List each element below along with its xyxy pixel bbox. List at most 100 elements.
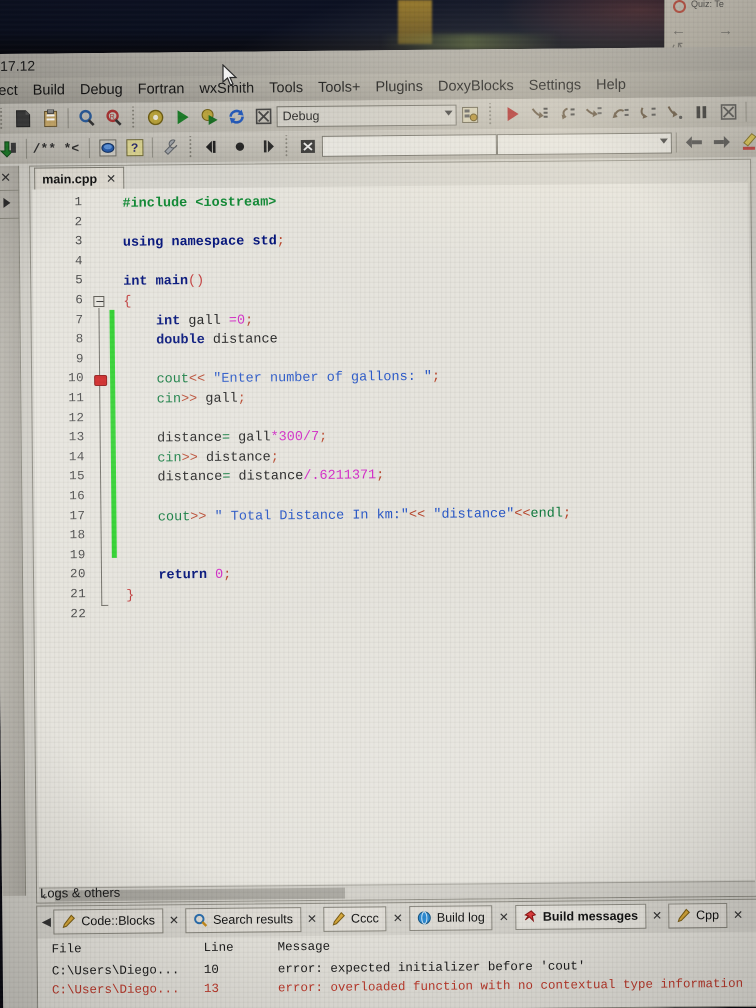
search-input[interactable] — [321, 133, 497, 157]
close-icon[interactable]: ✕ — [646, 909, 668, 923]
expand-arrow-icon[interactable] — [3, 197, 11, 208]
logs-tab-cpp[interactable]: Cpp — [667, 902, 728, 929]
table-row-cell[interactable]: C:\Users\Diego... — [52, 982, 180, 997]
line-number: 6 — [75, 293, 84, 308]
close-icon[interactable]: ✕ — [163, 913, 185, 927]
step-into-icon[interactable] — [526, 102, 551, 126]
search-next-icon[interactable] — [709, 130, 734, 154]
menu-item-doxyblocks[interactable]: DoxyBlocks — [438, 78, 514, 95]
build-target-combo[interactable]: Debug — [276, 104, 457, 127]
table-row-cell[interactable]: 10 — [204, 963, 219, 977]
toolbar-grip[interactable] — [186, 136, 197, 159]
menu-item-wxsmith[interactable]: wxSmith — [199, 81, 254, 98]
logs-tab-build-messages[interactable]: Build messages — [514, 903, 647, 930]
menu-item-plugins[interactable]: Plugins — [375, 79, 423, 95]
jump-back-icon[interactable] — [0, 137, 21, 161]
debug-continue-icon[interactable] — [499, 102, 524, 126]
highlight-icon[interactable] — [736, 130, 756, 154]
code-token: ; — [319, 430, 328, 446]
background-texture — [380, 34, 560, 50]
code-token: ; — [276, 234, 285, 250]
toggle-bookmark-icon[interactable] — [95, 136, 120, 160]
table-row-cell[interactable]: error: expected initializer before 'cout… — [278, 959, 586, 976]
line-number: 15 — [68, 469, 86, 484]
rebuild-icon[interactable] — [223, 105, 248, 129]
find-replace-icon[interactable]: R — [101, 106, 126, 130]
stop-debugger-icon[interactable] — [715, 100, 740, 124]
next-instruction-icon[interactable] — [607, 101, 632, 125]
find-icon[interactable] — [74, 106, 99, 130]
build-and-run-icon[interactable] — [196, 105, 221, 129]
close-icon[interactable]: ✕ — [106, 171, 116, 185]
run-to-cursor-icon[interactable] — [661, 100, 686, 124]
logs-tab-build-log[interactable]: Build log — [408, 904, 493, 931]
code-editor[interactable]: 1 2 3 4 5 6 7 8 9 10 11 12 13 14 15 16 17 18 19 20 21 22 #inc… — [32, 182, 755, 887]
menu-item-tools[interactable]: Tools — [269, 80, 303, 96]
code-token: >> — [190, 509, 207, 525]
close-icon[interactable]: ✕ — [301, 912, 323, 926]
step-into-instruction-icon[interactable] — [634, 101, 659, 125]
close-icon[interactable]: ✕ — [0, 170, 11, 186]
uncomment-icon[interactable]: *< — [59, 136, 84, 160]
menu-item-fortran[interactable]: Fortran — [138, 81, 185, 97]
scroll-left-icon[interactable]: ◀ — [39, 914, 53, 928]
break-debugger-icon[interactable] — [688, 100, 713, 124]
logs-tab-code-blocks[interactable]: Code::Blocks — [53, 907, 164, 934]
logs-tab-search-results[interactable]: Search results — [184, 906, 302, 933]
toolbar-grip[interactable] — [282, 135, 293, 158]
table-row-cell[interactable]: C:\Users\Diego... — [52, 963, 180, 978]
column-header[interactable]: File — [52, 942, 82, 956]
code-line: { — [123, 293, 131, 313]
code-token: ; — [223, 568, 232, 584]
comment-icon[interactable]: /** — [32, 136, 57, 160]
code-line: cout<< "Enter number of gallons: "; — [124, 368, 440, 391]
toolbar-grip[interactable] — [486, 103, 496, 126]
table-row-cell[interactable]: error: overloaded function with no conte… — [278, 977, 743, 995]
paste-icon[interactable] — [38, 106, 63, 130]
goto-next-icon[interactable] — [254, 134, 279, 158]
line-number: 12 — [68, 410, 85, 425]
step-over-icon[interactable] — [553, 101, 578, 125]
menu-item-build[interactable]: Build — [33, 82, 65, 98]
line-number-gutter: 1 2 3 4 5 6 7 8 9 10 11 12 13 14 15 16 17 18 19 20 21 22 — [32, 189, 97, 887]
clear-icon[interactable] — [296, 134, 321, 158]
abort-icon[interactable] — [250, 104, 275, 128]
build-target-value: Debug — [282, 108, 320, 124]
logs-tab-cccc[interactable]: Cccc — [322, 905, 387, 932]
select-target-icon[interactable] — [457, 102, 482, 126]
close-icon[interactable]: ✕ — [493, 910, 515, 924]
column-header[interactable]: Line — [204, 941, 234, 955]
new-file-icon[interactable] — [11, 107, 36, 131]
toolbar-grip[interactable] — [0, 107, 7, 130]
chevron-down-icon — [659, 138, 668, 144]
close-icon[interactable]: ✕ — [387, 911, 409, 925]
menu-item-help[interactable]: Help — [596, 77, 626, 93]
code-token: ; — [562, 506, 572, 522]
close-icon[interactable]: ✕ — [727, 908, 749, 922]
background-browser-window: Quiz: Te ← → ↺ — [664, 0, 756, 52]
help-icon[interactable]: ? — [122, 136, 147, 160]
goto-prev-icon[interactable] — [200, 135, 225, 159]
table-row-cell[interactable]: 13 — [204, 982, 219, 996]
menu-item-tools-plus[interactable]: Tools+ — [318, 79, 360, 95]
pencil-icon — [677, 908, 690, 923]
editor-tab-main-cpp[interactable]: main.cpp ✕ — [34, 166, 125, 190]
fold-toggle-icon[interactable] — [93, 295, 105, 308]
settings-wrench-icon[interactable] — [158, 135, 183, 159]
menu-item-project[interactable]: ect — [0, 83, 18, 99]
build-icon[interactable] — [143, 105, 168, 129]
logs-tab-label: Build messages — [542, 908, 639, 924]
goto-input[interactable] — [496, 131, 672, 155]
search-prev-icon[interactable] — [682, 130, 707, 154]
column-header[interactable]: Message — [278, 940, 331, 955]
code-text[interactable]: #include <iostream> using namespace std; i… — [122, 183, 755, 886]
toolbar-grip[interactable] — [129, 106, 139, 129]
run-icon[interactable] — [170, 105, 195, 129]
menu-item-debug[interactable]: Debug — [80, 82, 123, 98]
debugging-windows-icon[interactable] — [751, 99, 756, 123]
step-out-icon[interactable] — [580, 101, 605, 125]
code-token: cin — [156, 392, 182, 408]
menu-item-settings[interactable]: Settings — [529, 77, 582, 94]
toggle-breakpoint-icon[interactable] — [227, 135, 252, 159]
breakpoint-marker[interactable] — [94, 375, 108, 387]
